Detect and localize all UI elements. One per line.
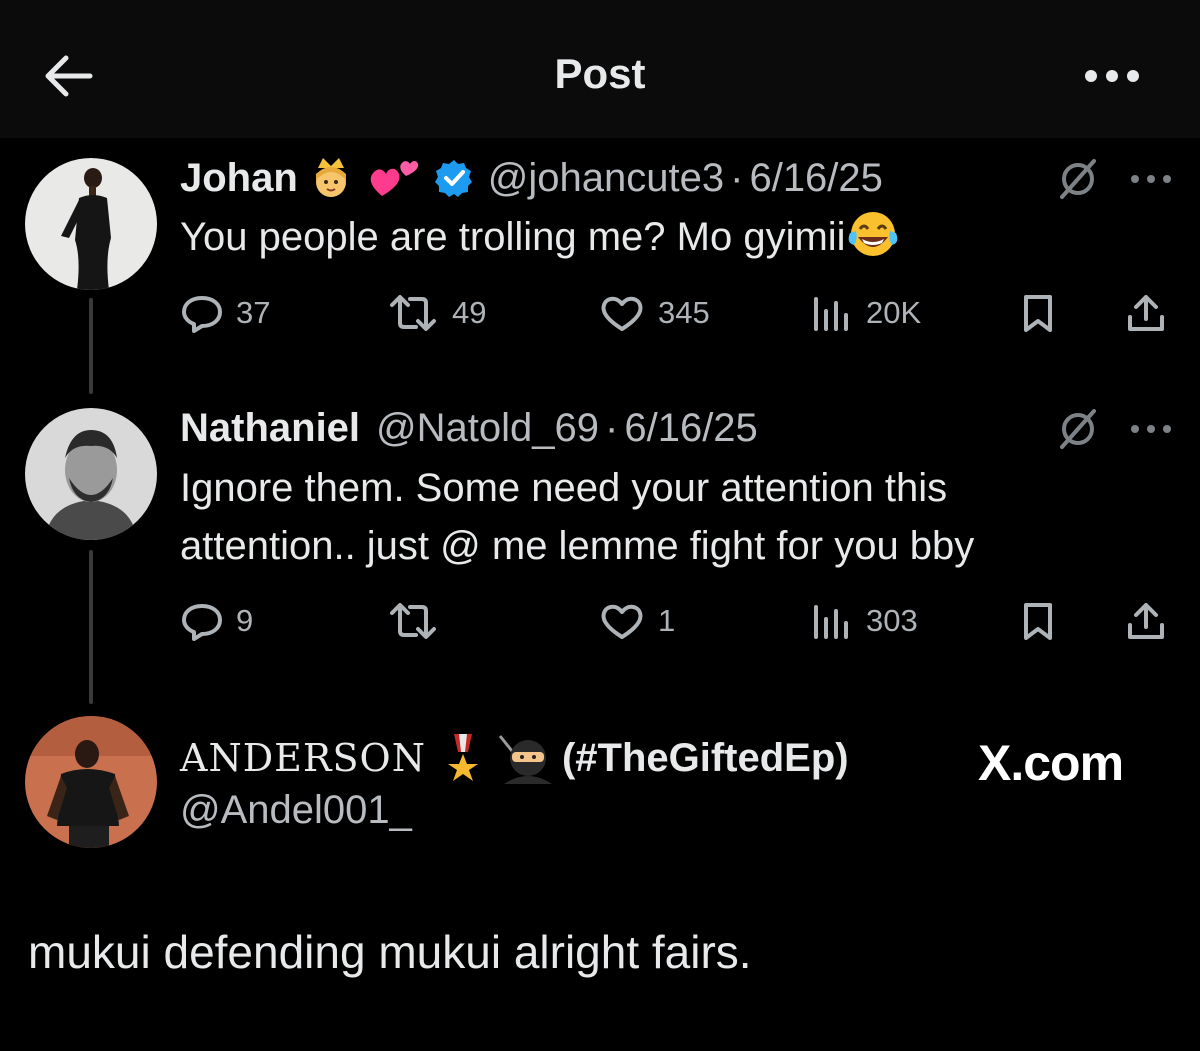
views-button[interactable]: 20K [810, 293, 921, 333]
share-icon [1128, 603, 1164, 639]
heart-icon [601, 296, 643, 331]
tweet-header: Johan @johancute3 · 6/16/25 [180, 153, 883, 203]
military-medal-emoji [447, 734, 478, 781]
page-title: Post [554, 50, 646, 97]
share-button[interactable] [1124, 293, 1168, 333]
avatar[interactable] [25, 408, 157, 540]
author-name[interactable]: Johan [180, 156, 298, 201]
like-button[interactable]: 1 [598, 601, 675, 641]
like-count: 1 [658, 603, 676, 638]
like-button[interactable]: 345 [598, 293, 710, 333]
author-tag: (#TheGiftedEp) [561, 735, 849, 780]
bookmark-icon [1024, 295, 1052, 332]
reply-count: 37 [236, 295, 271, 330]
views-count: 303 [866, 603, 918, 638]
tweet-text-line: attention.. just @ me lemme fight for yo… [180, 524, 975, 568]
grok-icon[interactable] [1056, 157, 1100, 201]
tweet-actions: 9 1 303 [180, 601, 1170, 641]
author-name[interactable]: ANDERSON [180, 736, 426, 780]
grok-icon[interactable] [1056, 407, 1100, 451]
reply-icon [182, 604, 222, 641]
repost-icon [390, 603, 436, 639]
reply-icon [182, 296, 222, 333]
more-horizontal-icon[interactable] [1129, 421, 1173, 437]
more-horizontal-icon[interactable] [1129, 171, 1173, 187]
bookmark-icon [1024, 603, 1052, 640]
heart-icon [601, 604, 643, 639]
tweet-text-line: Ignore them. Some need your attention th… [180, 466, 948, 510]
tweet-date[interactable]: 6/16/25 [624, 406, 757, 451]
separator-dot: · [730, 155, 744, 200]
views-count: 20K [866, 295, 922, 330]
reply-button[interactable]: 9 [180, 601, 253, 641]
thread-line [89, 550, 93, 704]
avatar[interactable] [25, 716, 157, 848]
views-chart-icon [814, 605, 848, 639]
reply-button[interactable]: 37 [180, 293, 270, 333]
repost-button[interactable]: 49 [386, 293, 486, 333]
author-name[interactable]: Nathaniel [180, 406, 360, 451]
views-chart-icon [814, 297, 848, 331]
views-button[interactable]: 303 [810, 601, 918, 641]
top-bar: Post [0, 0, 1200, 138]
avatar[interactable] [25, 158, 157, 290]
share-button[interactable] [1124, 601, 1168, 641]
tears-of-joy-emoji [848, 212, 897, 257]
tweet-actions: 37 49 345 20K [180, 293, 1170, 333]
more-horizontal-icon[interactable] [1082, 62, 1142, 90]
thread-line [89, 298, 93, 394]
tweet-text: You people are trolling me? Mo gyimii [180, 208, 1140, 266]
separator-dot: · [605, 405, 619, 450]
author-handle[interactable]: @Natold_69 [376, 406, 599, 451]
reply-count: 9 [236, 603, 254, 638]
verified-badge-icon [434, 160, 472, 197]
ninja-emoji [498, 735, 552, 784]
watermark: X.com [978, 735, 1124, 791]
two-hearts-emoji [370, 161, 418, 196]
quote-author-name: ANDERSON (#TheGiftedEp) [180, 732, 849, 784]
tweet-text-content: You people are trolling me? Mo gyimii [180, 215, 846, 259]
tweet-date[interactable]: 6/16/25 [749, 156, 882, 201]
bookmark-button[interactable] [1018, 293, 1058, 333]
tweet-header: Nathaniel @Natold_69 · 6/16/25 [180, 403, 758, 453]
tweet-text: Ignore them. Some need your attention th… [180, 459, 1140, 575]
repost-icon [390, 295, 436, 331]
post-text: mukui defending mukui alright fairs. [28, 926, 752, 978]
share-icon [1128, 295, 1164, 331]
princess-emoji [315, 158, 346, 197]
bookmark-button[interactable] [1018, 601, 1058, 641]
repost-button[interactable] [386, 601, 452, 641]
like-count: 345 [658, 295, 710, 330]
author-handle[interactable]: @Andel001_ [180, 788, 412, 833]
repost-count: 49 [452, 295, 487, 330]
author-handle[interactable]: @johancute3 [488, 156, 724, 201]
